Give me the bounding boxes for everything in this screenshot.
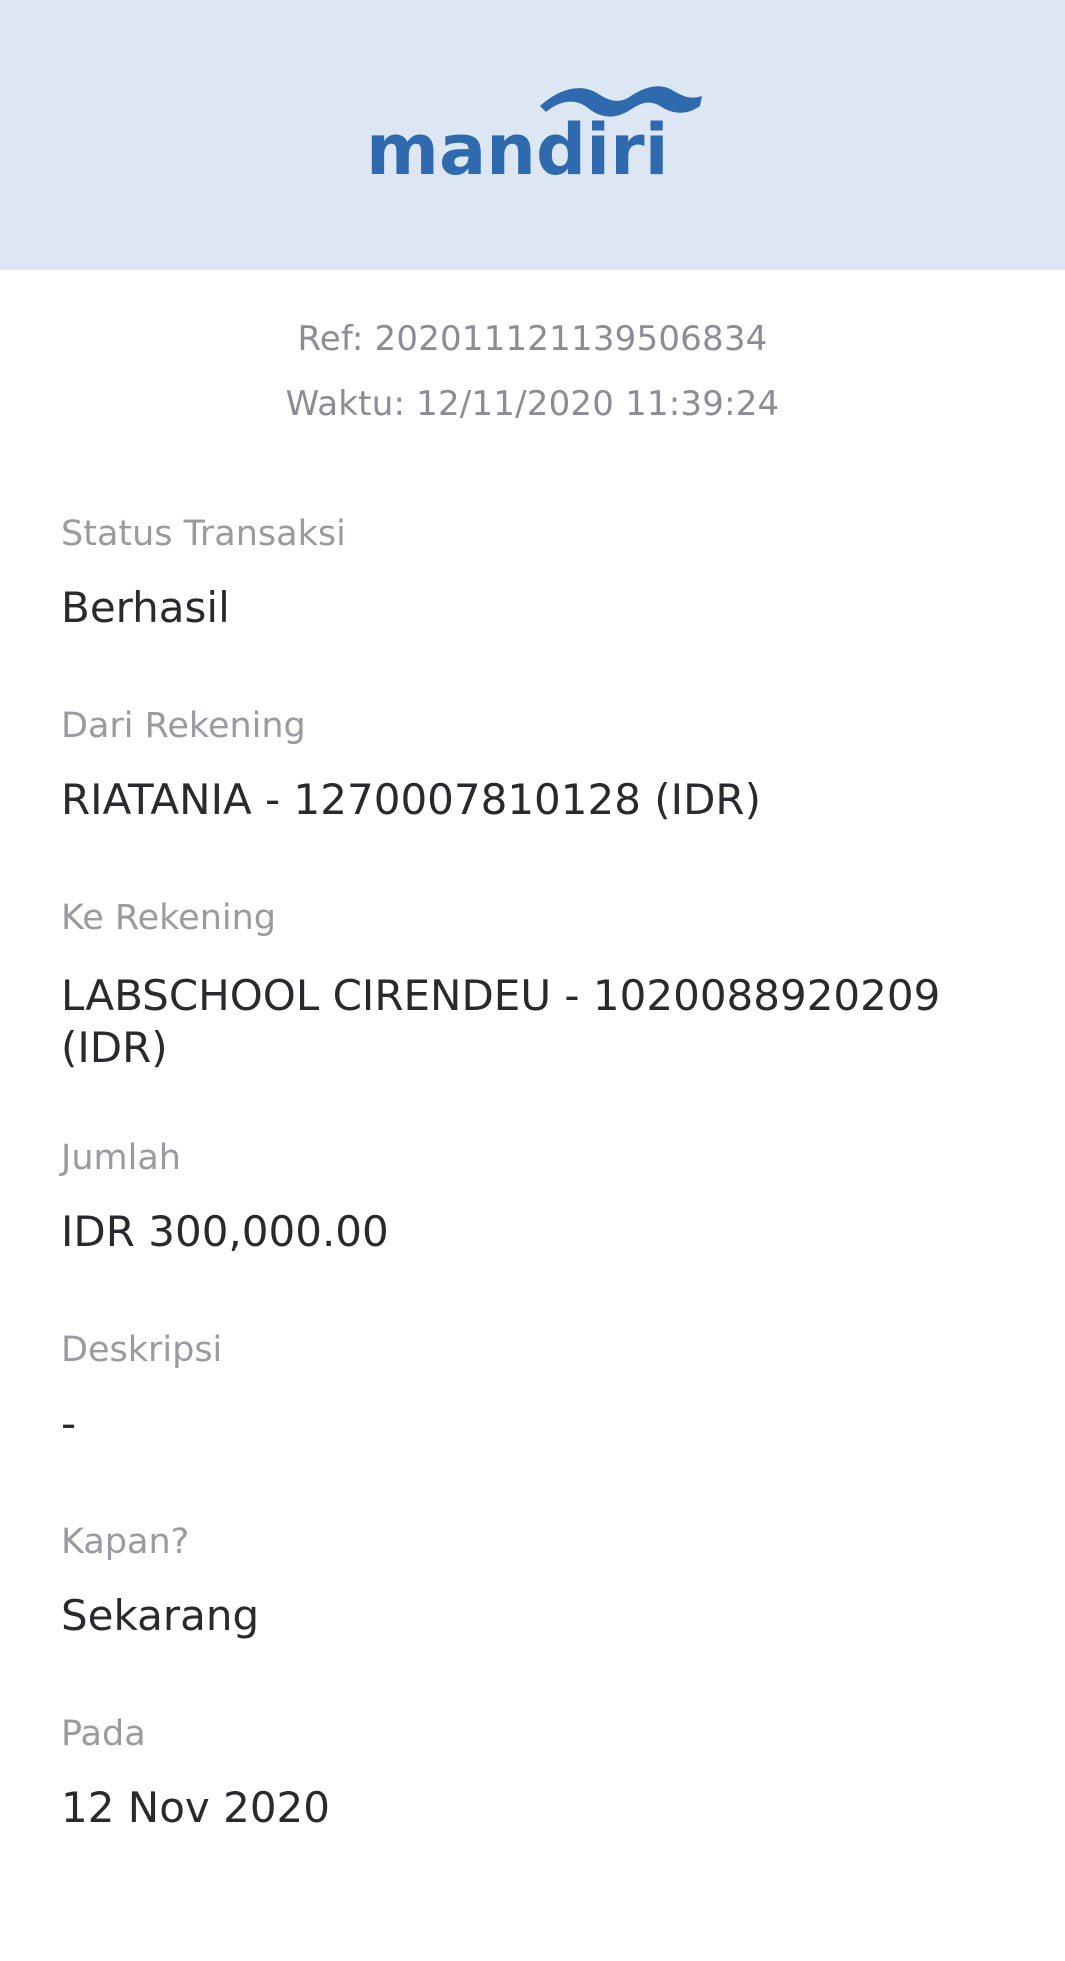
to-account-label: Ke Rekening — [61, 898, 277, 938]
time-label: Waktu: — [285, 384, 417, 424]
receipt-header: mandiri — [0, 0, 1065, 270]
time-line: Waktu: 12/11/2020 11:39:24 — [0, 384, 1065, 424]
date-label: Pada — [61, 1714, 146, 1754]
from-account-label: Dari Rekening — [61, 706, 306, 746]
when-value: Sekarang — [61, 1591, 260, 1640]
description-value: - — [61, 1399, 77, 1448]
date-value: 12 Nov 2020 — [61, 1783, 331, 1832]
description-label: Deskripsi — [61, 1330, 223, 1370]
amount-label: Jumlah — [61, 1138, 181, 1178]
ref-label: Ref: — [297, 319, 375, 359]
amount-value: IDR 300,000.00 — [61, 1207, 389, 1256]
status-label: Status Transaksi — [61, 514, 346, 554]
reference-line: Ref: 202011121139506834 — [0, 319, 1065, 359]
ref-value: 202011121139506834 — [374, 319, 768, 359]
to-account-value: LABSCHOOL CIRENDEU - 1020088920209 (IDR) — [61, 971, 941, 1072]
svg-text:mandiri: mandiri — [366, 109, 669, 188]
from-account-value: RIATANIA - 1270007810128 (IDR) — [61, 775, 761, 824]
time-value: 12/11/2020 11:39:24 — [416, 384, 780, 424]
status-value: Berhasil — [61, 583, 230, 632]
mandiri-logo: mandiri — [360, 78, 705, 188]
when-label: Kapan? — [61, 1522, 190, 1562]
